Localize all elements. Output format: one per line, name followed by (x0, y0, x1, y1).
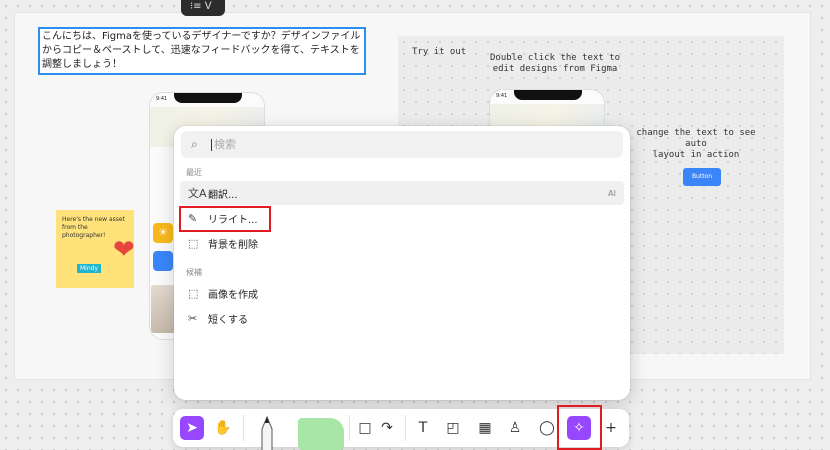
move-tool-icon[interactable]: ➤ (180, 416, 204, 440)
image-thumbnail (151, 285, 175, 333)
search-icon: ⌕ (191, 137, 198, 151)
section-suggested-label: 候補 (186, 268, 202, 277)
menu-item-shorten[interactable]: ✂ 短くする (180, 306, 624, 330)
menu-item-remove-background[interactable]: ⬚ 背景を削除 (180, 231, 624, 255)
section-recent-label: 最近 (186, 168, 202, 177)
highlight-box-rewrite (179, 206, 271, 232)
top-toolbar-pill[interactable]: ⁝≡ ᐯ (181, 0, 225, 16)
blue-card (153, 251, 173, 271)
remove-background-icon: ⬚ (188, 236, 199, 250)
text-tool-icon[interactable]: T (411, 416, 435, 440)
text-caret (211, 138, 212, 151)
table-tool-icon[interactable]: ▦ (473, 416, 497, 440)
shorten-icon: ✂ (188, 311, 198, 325)
highlight-box-actions (557, 405, 602, 450)
selected-text-layer[interactable]: こんにちは、Figmaを使っているデザイナーですか？デザインファイルからコピー＆… (38, 27, 366, 75)
translate-icon: 文A (188, 187, 207, 200)
menu-item-label: 画像を作成 (208, 289, 258, 301)
menu-item-label: 翻訳... (208, 189, 238, 201)
menu-item-translate[interactable]: 文A 翻訳... AI (180, 181, 624, 205)
toolbar-divider (243, 415, 244, 441)
phone-notch (174, 93, 242, 103)
sticky-tool-icon[interactable] (298, 418, 344, 450)
change-text-note: change the text to see auto layout in ac… (636, 128, 756, 160)
section-tool-icon[interactable]: ◰ (441, 416, 465, 440)
menu-item-label: 短くする (208, 314, 248, 326)
demo-button[interactable]: Button (683, 168, 721, 186)
connector-tool-icon[interactable]: ↷ (375, 416, 399, 440)
sun-icon: ☀ (153, 223, 173, 243)
search-input[interactable] (214, 138, 594, 151)
comment-tool-icon[interactable]: ◯ (535, 416, 559, 440)
try-it-out-label: Try it out (412, 47, 467, 57)
cursor-name-tag: Mindy (77, 264, 102, 273)
toolbar-divider (405, 415, 406, 441)
phone-time: 9:41 (496, 93, 508, 99)
quick-actions-menu: ⌕ 最近 文A 翻訳... AI ✎ リライト... ⬚ 背景を削除 候補 ⬚ … (174, 126, 630, 400)
search-bar[interactable]: ⌕ (181, 131, 623, 158)
make-image-icon: ⬚ (188, 286, 199, 300)
phone-notch (514, 90, 582, 100)
plus-icon[interactable]: + (599, 416, 623, 440)
heart-sticker-icon: ❤ (113, 235, 135, 265)
menu-item-make-image[interactable]: ⬚ 画像を作成 (180, 281, 624, 305)
double-click-note: Double click the text to edit designs fr… (490, 53, 621, 74)
shape-tool-icon[interactable]: □ (353, 416, 377, 440)
menu-item-label: 背景を削除 (208, 239, 258, 251)
toolbar-divider (349, 415, 350, 441)
ai-badge: AI (608, 188, 616, 198)
pencil-tool-icon[interactable] (260, 415, 274, 450)
hand-tool-icon[interactable]: ✋ (211, 416, 235, 440)
stamp-tool-icon[interactable]: ♙ (503, 416, 527, 440)
phone-time: 9:41 (156, 96, 168, 102)
